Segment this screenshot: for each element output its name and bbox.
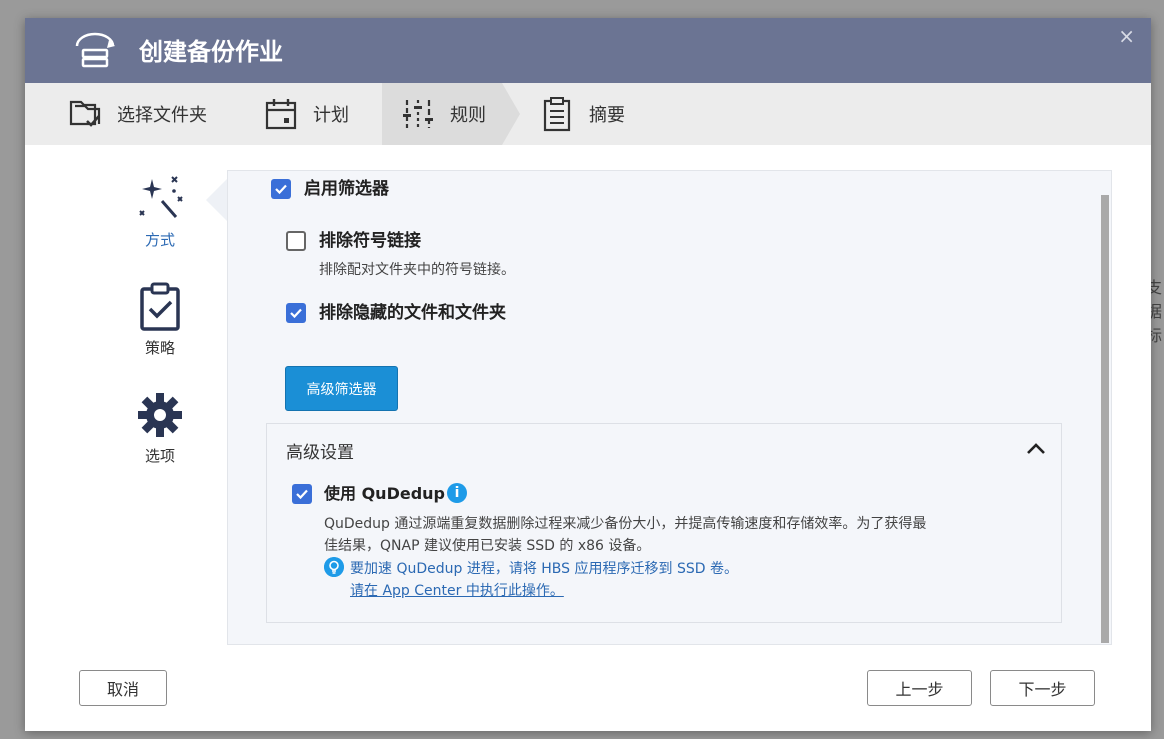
- step-arrow-separator: [364, 83, 382, 145]
- exclude-symlinks-label: 排除符号链接: [319, 231, 421, 251]
- exclude-hidden-label: 排除隐藏的文件和文件夹: [319, 303, 506, 323]
- close-icon[interactable]: ×: [1118, 26, 1135, 46]
- nav-item-options[interactable]: 选项: [115, 389, 205, 466]
- exclude-symlinks-checkbox[interactable]: [286, 231, 306, 251]
- gear-icon: [138, 393, 182, 437]
- content-panel: 启用筛选器 排除符号链接 排除配对文件夹中的符号链接。 排除隐藏的文件和文件夹 …: [227, 170, 1112, 645]
- calendar-icon: [265, 99, 297, 130]
- check-icon: [296, 489, 308, 500]
- nav-label: 方式: [144, 231, 175, 249]
- check-icon: [290, 308, 302, 319]
- qudedup-tip: 要加速 QuDedup 进程，请将 HBS 应用程序迁移到 SSD 卷。: [350, 561, 738, 577]
- magic-wand-icon: [139, 176, 183, 218]
- backup-nas-icon: [75, 32, 115, 68]
- step-rules[interactable]: 规则: [382, 83, 502, 145]
- previous-button[interactable]: 上一步: [867, 670, 972, 706]
- advanced-settings-section: 高级设置 使用 QuDedup i QuDedup 通过源端重复数据删除过程来减…: [266, 423, 1062, 623]
- create-backup-job-dialog: 创建备份作业 × 选择文件夹 计划 规则 摘要 方式 策略 选项 启用筛选器 排…: [25, 18, 1151, 731]
- enable-filter-label: 启用筛选器: [304, 179, 389, 199]
- step-label: 计划: [313, 105, 349, 126]
- info-icon[interactable]: i: [447, 483, 467, 503]
- exclude-hidden-checkbox[interactable]: [286, 303, 306, 323]
- enable-filter-checkbox[interactable]: [271, 179, 291, 199]
- nav-pointer: [206, 178, 228, 222]
- cancel-button[interactable]: 取消: [79, 670, 167, 706]
- folder-check-icon: [69, 100, 101, 127]
- nav-item-policy[interactable]: 策略: [115, 281, 205, 358]
- lightbulb-icon: [324, 557, 344, 577]
- qudedup-label: 使用 QuDedup: [324, 484, 445, 503]
- scrollbar[interactable]: [1101, 195, 1109, 643]
- qudedup-desc-line1: QuDedup 通过源端重复数据删除过程来减少备份大小，并提高传输速度和存储效率…: [324, 516, 927, 532]
- wizard-steps: 选择文件夹 计划 规则 摘要: [25, 83, 1151, 145]
- step-label: 摘要: [589, 105, 625, 126]
- clipboard-list-icon: [543, 97, 571, 132]
- qudedup-checkbox[interactable]: [292, 484, 312, 504]
- dialog-title: 创建备份作业: [139, 38, 283, 66]
- step-summary[interactable]: 摘要: [537, 83, 625, 145]
- next-button[interactable]: 下一步: [990, 670, 1095, 706]
- nav-label: 策略: [144, 339, 175, 357]
- exclude-symlinks-desc: 排除配对文件夹中的符号链接。: [319, 262, 515, 278]
- step-label: 选择文件夹: [117, 105, 207, 126]
- app-center-link[interactable]: 请在 App Center 中执行此操作。: [350, 580, 564, 602]
- nav-label: 选项: [144, 447, 175, 465]
- clipboard-check-icon: [140, 282, 180, 331]
- advanced-filter-button[interactable]: 高级筛选器: [285, 366, 398, 411]
- step-arrow-separator: [502, 83, 520, 145]
- check-icon: [275, 184, 287, 195]
- nav-item-method[interactable]: 方式: [115, 173, 205, 250]
- step-label: 规则: [450, 105, 486, 126]
- step-select-folder[interactable]: 选择文件夹: [65, 83, 207, 145]
- chevron-up-icon[interactable]: [1025, 440, 1047, 456]
- step-schedule[interactable]: 计划: [261, 83, 349, 145]
- advanced-settings-title: 高级设置: [286, 443, 354, 463]
- qudedup-desc-line2: 佳结果，QNAP 建议使用已安装 SSD 的 x86 设备。: [324, 538, 651, 554]
- title-bar: 创建备份作业 ×: [25, 18, 1151, 83]
- sliders-icon: [403, 100, 433, 128]
